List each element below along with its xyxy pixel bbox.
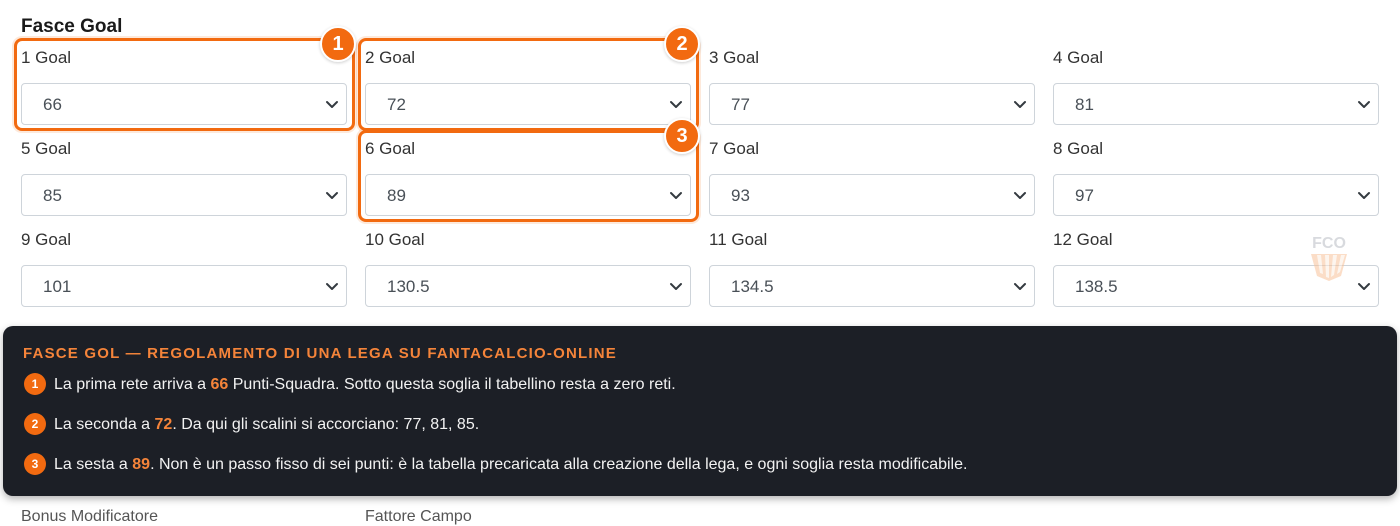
field-label: 5 Goal [21, 139, 72, 158]
chevron-down-icon [1014, 101, 1026, 108]
mini-badge: 1 [24, 373, 46, 395]
line-text-pre: La sesta a [54, 456, 133, 474]
line-text-post: . Non è un passo fisso di sei punti: è l… [150, 456, 968, 474]
watermark-text: FCO [1312, 235, 1346, 252]
line-highlight-number: 89 [132, 456, 151, 474]
select-value: 97 [1075, 186, 1094, 205]
goal-9-select[interactable]: 101 [21, 265, 347, 307]
cut-field-label-1: Bonus Modificatore [21, 508, 158, 525]
line-text-pre: La seconda a [54, 416, 155, 434]
chevron-down-icon [1358, 192, 1370, 199]
goal-8-select[interactable]: 97 [1053, 174, 1379, 216]
chevron-down-icon [670, 283, 682, 290]
line-highlight-number: 66 [210, 376, 229, 394]
chevron-down-icon [1358, 101, 1370, 108]
section-title: Fasce Goal [21, 16, 123, 37]
callout-badge-1: 1 [320, 26, 356, 62]
chevron-down-icon [1358, 283, 1370, 290]
field-label: 8 Goal [1053, 139, 1104, 158]
highlight-box-2 [358, 38, 699, 131]
select-value: 85 [43, 186, 62, 205]
highlight-box-3 [358, 130, 699, 222]
chevron-down-icon [1014, 283, 1026, 290]
select-value: 81 [1075, 95, 1094, 114]
chevron-down-icon [326, 192, 338, 199]
goal-4-select[interactable]: 81 [1053, 83, 1379, 125]
chevron-down-icon [326, 283, 338, 290]
select-value: 101 [43, 277, 72, 296]
line-text-post: Punti-Squadra. Sotto questa soglia il ta… [228, 376, 676, 394]
panel-title: FASCE GOL — REGOLAMENTO DI UNA LEGA SU F… [23, 345, 617, 362]
goal-10-select[interactable]: 130.5 [365, 265, 691, 307]
line-text-post: . Da qui gli scalini si accorciano: 77, … [172, 416, 480, 434]
explanation-panel: FASCE GOL — REGOLAMENTO DI UNA LEGA SU F… [3, 326, 1397, 496]
cut-field-label-2: Fattore Campo [365, 508, 472, 525]
field-label: 4 Goal [1053, 48, 1104, 67]
fco-logo-icon: FCO [1311, 235, 1347, 281]
select-value: 138.5 [1075, 277, 1118, 296]
callout-badge-3: 3 [664, 118, 700, 154]
panel-line-1: 1 La prima rete arriva a 66 Punti-Squadra… [24, 373, 676, 396]
select-value: 134.5 [731, 277, 774, 296]
goal-7-select[interactable]: 93 [709, 174, 1035, 216]
mini-badge: 3 [24, 453, 46, 475]
panel-line-2: 2 La seconda a 72. Da qui gli scalini si … [24, 413, 480, 436]
field-label: 7 Goal [709, 139, 760, 158]
field-label: 12 Goal [1053, 230, 1113, 249]
select-value: 93 [731, 186, 750, 205]
mini-badge: 2 [24, 413, 46, 435]
line-text-pre: La prima rete arriva a [54, 376, 211, 394]
field-label: 3 Goal [709, 48, 760, 67]
line-highlight-number: 72 [154, 416, 173, 434]
select-value: 130.5 [387, 277, 430, 296]
field-label: 10 Goal [365, 230, 425, 249]
goal-3-select[interactable]: 77 [709, 83, 1035, 125]
highlight-box-1 [14, 38, 355, 131]
callout-badge-2: 2 [664, 26, 700, 62]
field-label: 9 Goal [21, 230, 72, 249]
goal-5-select[interactable]: 85 [21, 174, 347, 216]
goal-11-select[interactable]: 134.5 [709, 265, 1035, 307]
chevron-down-icon [1014, 192, 1026, 199]
field-label: 11 Goal [709, 230, 768, 249]
panel-line-3: 3 La sesta a 89. Non è un passo fisso di … [24, 453, 968, 476]
select-value: 77 [731, 95, 750, 114]
